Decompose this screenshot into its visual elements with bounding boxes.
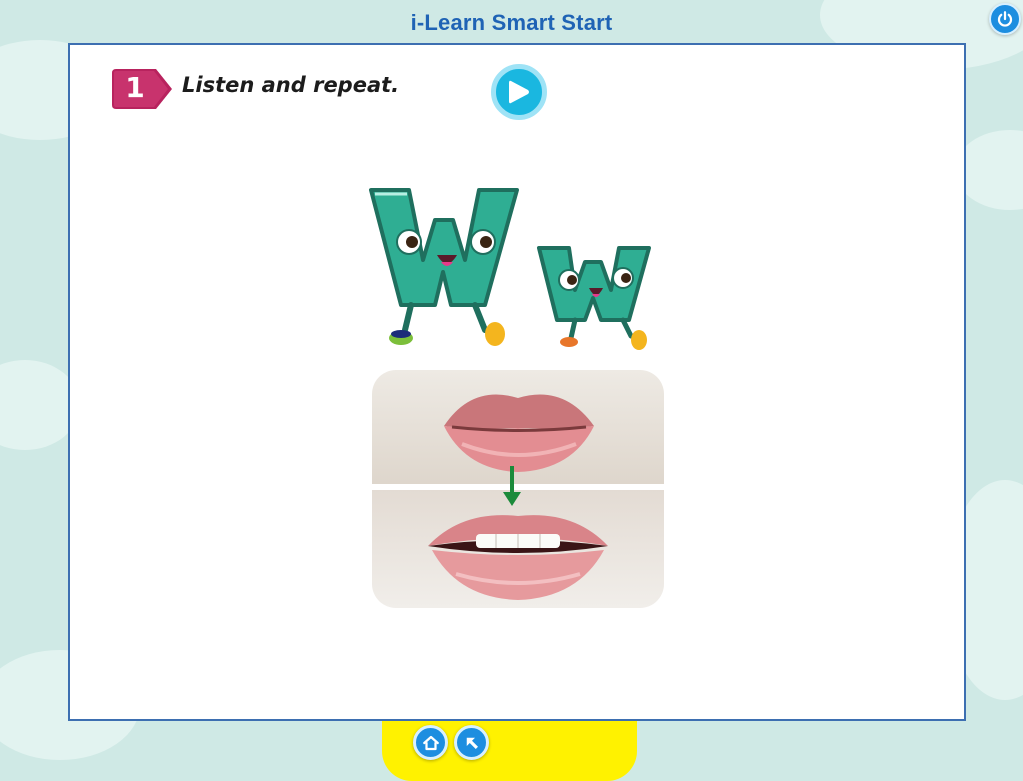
play-icon (509, 80, 529, 104)
back-arrow-icon (466, 737, 478, 749)
lesson-panel: 1 Listen and repeat. (68, 43, 966, 721)
back-button[interactable] (454, 725, 489, 760)
power-button[interactable] (989, 3, 1021, 35)
instruction-text: Listen and repeat. (182, 73, 400, 97)
step-number: 1 (125, 71, 145, 104)
app-title: i-Learn Smart Start (410, 10, 613, 35)
home-icon (422, 735, 439, 750)
step-badge: 1 (110, 67, 174, 111)
power-icon (997, 11, 1013, 27)
uppercase-w-letter (369, 188, 519, 346)
home-button[interactable] (413, 725, 448, 760)
rounded-lips-photo (372, 370, 664, 484)
mouth-shape-photos (372, 370, 664, 608)
lowercase-w-letter (537, 246, 651, 350)
letter-ww-illustration (361, 180, 681, 355)
play-audio-button[interactable] (491, 64, 547, 120)
spread-lips-photo (372, 490, 664, 608)
